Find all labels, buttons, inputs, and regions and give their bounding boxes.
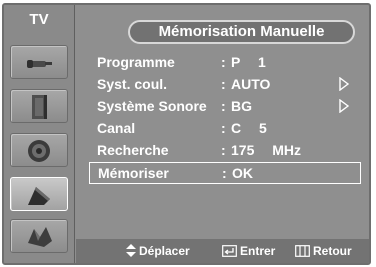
menu-row-colour-system[interactable]: Syst. coul. : AUTO — [89, 74, 361, 96]
row-separator: : — [221, 120, 226, 136]
row-label: Programme — [97, 54, 175, 70]
up-down-arrows-icon — [126, 244, 136, 257]
move-hint: Déplacer — [126, 244, 190, 258]
row-separator: : — [221, 98, 226, 114]
move-label: Déplacer — [139, 244, 190, 258]
row-value: BG — [231, 98, 252, 114]
sidebar-item-picture[interactable] — [10, 89, 68, 123]
sidebar: TV — [4, 5, 75, 263]
menu-row-store[interactable]: Mémoriser : OK — [89, 162, 361, 184]
menu-title: Mémorisation Manuelle — [128, 20, 355, 44]
row-value: 175 MHz — [231, 142, 302, 158]
row-label: Syst. coul. — [97, 76, 168, 92]
return-hint: Retour — [295, 244, 352, 258]
row-label: Canal — [97, 120, 136, 136]
menu-row-sound-system[interactable]: Système Sonore : BG — [89, 96, 361, 118]
return-label: Retour — [313, 244, 352, 258]
channel-icon — [28, 187, 50, 205]
row-label: Recherche — [97, 142, 169, 158]
row-value: AUTO — [231, 76, 271, 92]
footer-hints: Déplacer Entrer Retour — [76, 239, 369, 263]
row-value: P 1 — [231, 54, 266, 70]
row-label: Mémoriser — [98, 165, 169, 181]
sidebar-item-sound[interactable] — [10, 133, 68, 167]
antenna-icon — [27, 60, 52, 68]
enter-hint: Entrer — [222, 244, 275, 258]
setup-icon — [28, 227, 52, 247]
tv-osd-screen: TV Mémorisation Manuelle Programme: P 1… — [2, 3, 371, 265]
row-value: C 5 — [231, 120, 267, 136]
menu-row-search[interactable]: Recherche : 175 MHz — [89, 140, 361, 162]
triangle-right-icon — [339, 99, 349, 113]
triangle-right-icon — [339, 77, 349, 91]
menu-row-channel[interactable]: Canal : C 5 — [89, 118, 361, 140]
sidebar-item-channel[interactable] — [10, 177, 68, 211]
return-icon — [295, 245, 310, 257]
picture-icon — [32, 95, 47, 119]
row-separator: : — [221, 54, 226, 70]
sidebar-item-setup[interactable] — [10, 219, 68, 253]
row-label: Système Sonore — [97, 98, 207, 114]
row-separator: : — [221, 76, 226, 92]
row-value: OK — [232, 165, 253, 181]
enter-label: Entrer — [240, 244, 276, 258]
sidebar-item-input[interactable] — [10, 45, 68, 79]
row-separator: : — [221, 142, 226, 158]
row-separator: : — [222, 165, 227, 181]
speaker-icon — [28, 140, 50, 162]
menu-row-programme[interactable]: Programme : P 1 — [89, 52, 361, 74]
enter-icon — [222, 245, 237, 257]
source-label: TV — [29, 11, 49, 28]
